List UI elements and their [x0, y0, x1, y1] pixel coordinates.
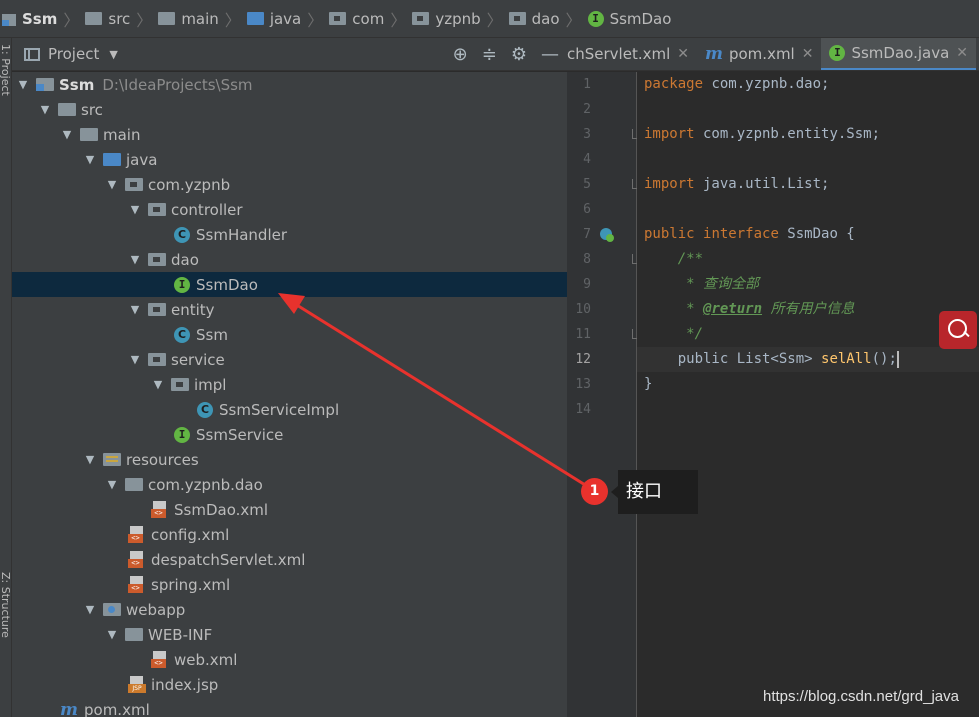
annotation-arrow	[278, 293, 591, 490]
annotation-callout: 接口	[611, 470, 698, 514]
watermark: https://blog.csdn.net/grd_java	[763, 688, 959, 705]
annotation-badge: 1	[581, 478, 608, 505]
